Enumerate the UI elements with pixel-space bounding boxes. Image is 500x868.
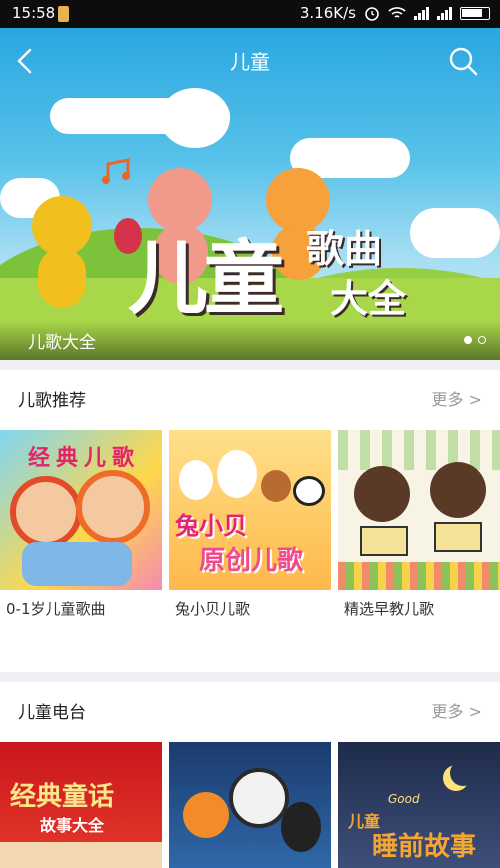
radio-card[interactable] [169,742,331,868]
more-link[interactable]: 更多 > [432,698,483,722]
cartoon-bear-illustration [229,768,289,828]
cartoon-boy-illustration [76,470,150,544]
radio-card[interactable]: Good 儿童 睡前故事 [338,742,500,868]
search-icon[interactable] [448,46,478,76]
wifi-icon [388,7,406,18]
radio-cover [169,742,331,868]
monkey-illustration [261,470,291,502]
album-title: 精选早教儿歌 [344,600,435,618]
carousel-indicator [464,336,486,344]
app-notification-icon [58,6,69,22]
cartoon-girl-illustration [354,466,410,522]
album-cover [338,430,500,590]
album-title: 兔小贝儿歌 [175,600,251,618]
status-time: 15:58 [12,4,56,22]
album-card[interactable]: 精选早教儿歌 [338,430,500,618]
battery-icon [460,6,490,20]
signal-2-icon [437,6,452,20]
section-header-radio: 儿童电台 更多 > [0,682,500,740]
cartoon-girl-illustration [10,476,82,548]
banner-caption: 儿歌大全 [28,333,96,353]
section-header-recommend: 儿歌推荐 更多 > [0,370,500,428]
castle-illustration [0,842,162,868]
status-icons: 3.16K/s [300,4,490,22]
cloud-decoration [160,88,230,148]
album-cover: 兔小贝 原创儿歌 [169,430,331,590]
section-title: 儿童电台 [18,703,86,723]
cover-art-text: 兔小贝 [175,512,247,540]
banner-art-sub-1: 歌曲 [306,227,383,271]
radio-card[interactable]: 经典童话 故事大全 [0,742,162,868]
carousel-dot-active [464,336,472,344]
top-nav-bar: 儿童 [0,28,500,92]
cover-art-text: 原创儿歌 [199,546,304,576]
cloud-decoration [410,208,500,258]
book-illustration [360,526,408,556]
cover-art-text: Good [388,792,420,806]
radio-cover: Good 儿童 睡前故事 [338,742,500,868]
cartoon-body-illustration [22,542,132,586]
more-link[interactable]: 更多 > [432,386,483,410]
flower-decoration [338,562,500,590]
cartoon-boy-illustration [430,462,486,518]
status-bar: 15:58 3.16K/s [0,0,500,28]
bear-character-left [32,196,92,256]
book-illustration [434,522,482,552]
net-speed: 3.16K/s [299,4,356,22]
album-cover: 经典儿歌 [0,430,162,590]
radio-cover: 经典童话 故事大全 [0,742,162,868]
alarm-icon [365,7,379,21]
cover-art-text: 故事大全 [40,816,105,835]
banner-carousel[interactable]: 儿童 歌曲 大全 儿歌大全 儿童 [0,28,500,360]
album-card[interactable]: 经典儿歌 0-1岁儿童歌曲 [0,430,162,618]
carousel-dot [478,336,486,344]
panda-illustration [293,476,325,506]
section-title: 儿歌推荐 [18,391,86,411]
banner-art-sub-2: 大全 [330,277,407,321]
bear-character-body [38,248,86,308]
album-card[interactable]: 兔小贝 原创儿歌 兔小贝儿歌 [169,430,331,618]
rabbit-illustration [217,450,257,498]
cover-art-text: 经典儿歌 [28,446,141,471]
section-divider [0,360,500,370]
cartoon-cat-illustration [183,792,229,838]
cover-art-text: 经典童话 [10,782,115,812]
banner-art-title: 儿童 [128,232,284,325]
moon-icon [450,760,476,786]
album-title: 0-1岁儿童歌曲 [6,600,106,618]
cover-art-text: 睡前故事 [372,832,477,862]
leaf-decoration [338,430,500,470]
rabbit-illustration [179,460,213,500]
music-note-icon [102,158,130,184]
section-divider [0,672,500,682]
page-title: 儿童 [230,50,270,74]
cartoon-penguin-illustration [281,802,321,852]
signal-icon [414,6,429,20]
